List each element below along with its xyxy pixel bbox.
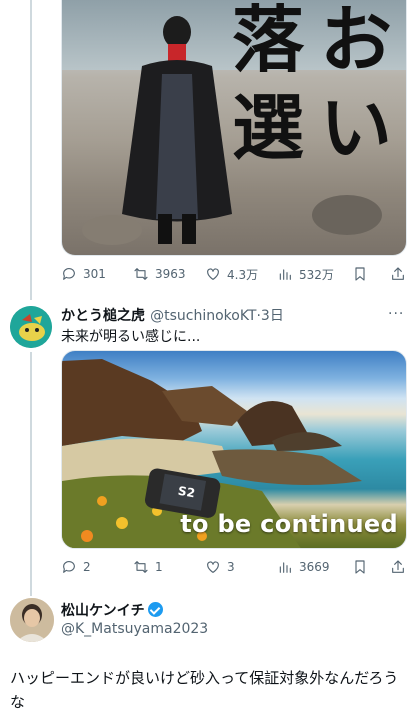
more-button[interactable]: ··· bbox=[388, 306, 404, 322]
reply-count: 301 bbox=[83, 267, 106, 281]
person-figure bbox=[122, 16, 232, 244]
media-kanji: い bbox=[320, 85, 393, 170]
console-label: S2 bbox=[176, 483, 197, 501]
bookmark-icon bbox=[355, 267, 365, 281]
more-icon: ··· bbox=[388, 306, 405, 322]
tweet3-header: 松山ケンイチ bbox=[61, 600, 163, 620]
tweet2-header: かとう槌之虎 @tsuchinokoKT·3日 bbox=[61, 305, 391, 325]
rock bbox=[312, 195, 382, 235]
like-button[interactable]: 3 bbox=[205, 556, 235, 578]
verified-icon bbox=[147, 602, 163, 617]
retweet-button[interactable]: 1 bbox=[133, 556, 163, 578]
retweet-icon bbox=[134, 268, 148, 280]
share-button[interactable] bbox=[390, 556, 406, 578]
tweet2-actions: 2 1 3 3669 bbox=[61, 556, 407, 578]
reply-icon bbox=[63, 268, 75, 280]
tweet2-media[interactable]: S2 to be continued bbox=[61, 350, 407, 549]
like-icon bbox=[207, 268, 219, 280]
media-kanji: 選 bbox=[232, 85, 305, 170]
like-icon bbox=[207, 561, 219, 573]
thread-line bbox=[30, 352, 32, 596]
media-overlay-text: to be continued bbox=[180, 510, 398, 538]
retweet-count: 1 bbox=[155, 560, 163, 574]
views-icon bbox=[279, 269, 291, 280]
share-icon bbox=[392, 560, 404, 573]
tweet1-actions: 301 3963 4.3万 532万 bbox=[61, 263, 407, 285]
bookmark-button[interactable] bbox=[352, 263, 368, 285]
views-count: 532万 bbox=[299, 267, 334, 282]
share-icon bbox=[392, 267, 404, 280]
reply-icon bbox=[63, 561, 75, 573]
reply-button[interactable]: 301 bbox=[61, 263, 106, 285]
media-kanji: 落 bbox=[232, 0, 305, 82]
handle[interactable]: @tsuchinokoKT bbox=[150, 308, 256, 324]
like-button[interactable]: 4.3万 bbox=[205, 263, 258, 285]
reply-count: 2 bbox=[83, 560, 91, 574]
display-name[interactable]: 松山ケンイチ bbox=[61, 603, 145, 619]
views-icon bbox=[279, 562, 291, 573]
views-count: 3669 bbox=[299, 560, 330, 574]
retweet-button[interactable]: 3963 bbox=[133, 263, 186, 285]
bookmark-button[interactable] bbox=[352, 556, 368, 578]
avatar[interactable] bbox=[10, 598, 54, 642]
avatar-photo bbox=[10, 598, 54, 642]
bookmark-icon bbox=[355, 560, 365, 574]
retweet-icon bbox=[134, 561, 148, 573]
handle[interactable]: @K_Matsuyama2023 bbox=[61, 621, 208, 637]
like-count: 4.3万 bbox=[227, 267, 259, 282]
views-button[interactable]: 532万 bbox=[277, 263, 334, 285]
tweet-text: 未来が明るい感じに... bbox=[61, 329, 201, 345]
views-button[interactable]: 3669 bbox=[277, 556, 330, 578]
media-kanji: お bbox=[320, 0, 393, 82]
timestamp[interactable]: ·3日 bbox=[256, 308, 283, 324]
retweet-count: 3963 bbox=[155, 267, 186, 281]
thread-line bbox=[30, 0, 32, 300]
avatar-illustration bbox=[10, 306, 52, 348]
tweet-text: ハッピーエンドが良いけど砂入って保証対象外なんだろうな bbox=[10, 669, 399, 711]
like-count: 3 bbox=[227, 560, 235, 574]
share-button[interactable] bbox=[390, 263, 406, 285]
reply-button[interactable]: 2 bbox=[61, 556, 91, 578]
tweet1-media[interactable]: 落 お 選 い bbox=[61, 0, 407, 256]
display-name[interactable]: かとう槌之虎 bbox=[61, 308, 145, 324]
avatar[interactable] bbox=[10, 306, 52, 348]
